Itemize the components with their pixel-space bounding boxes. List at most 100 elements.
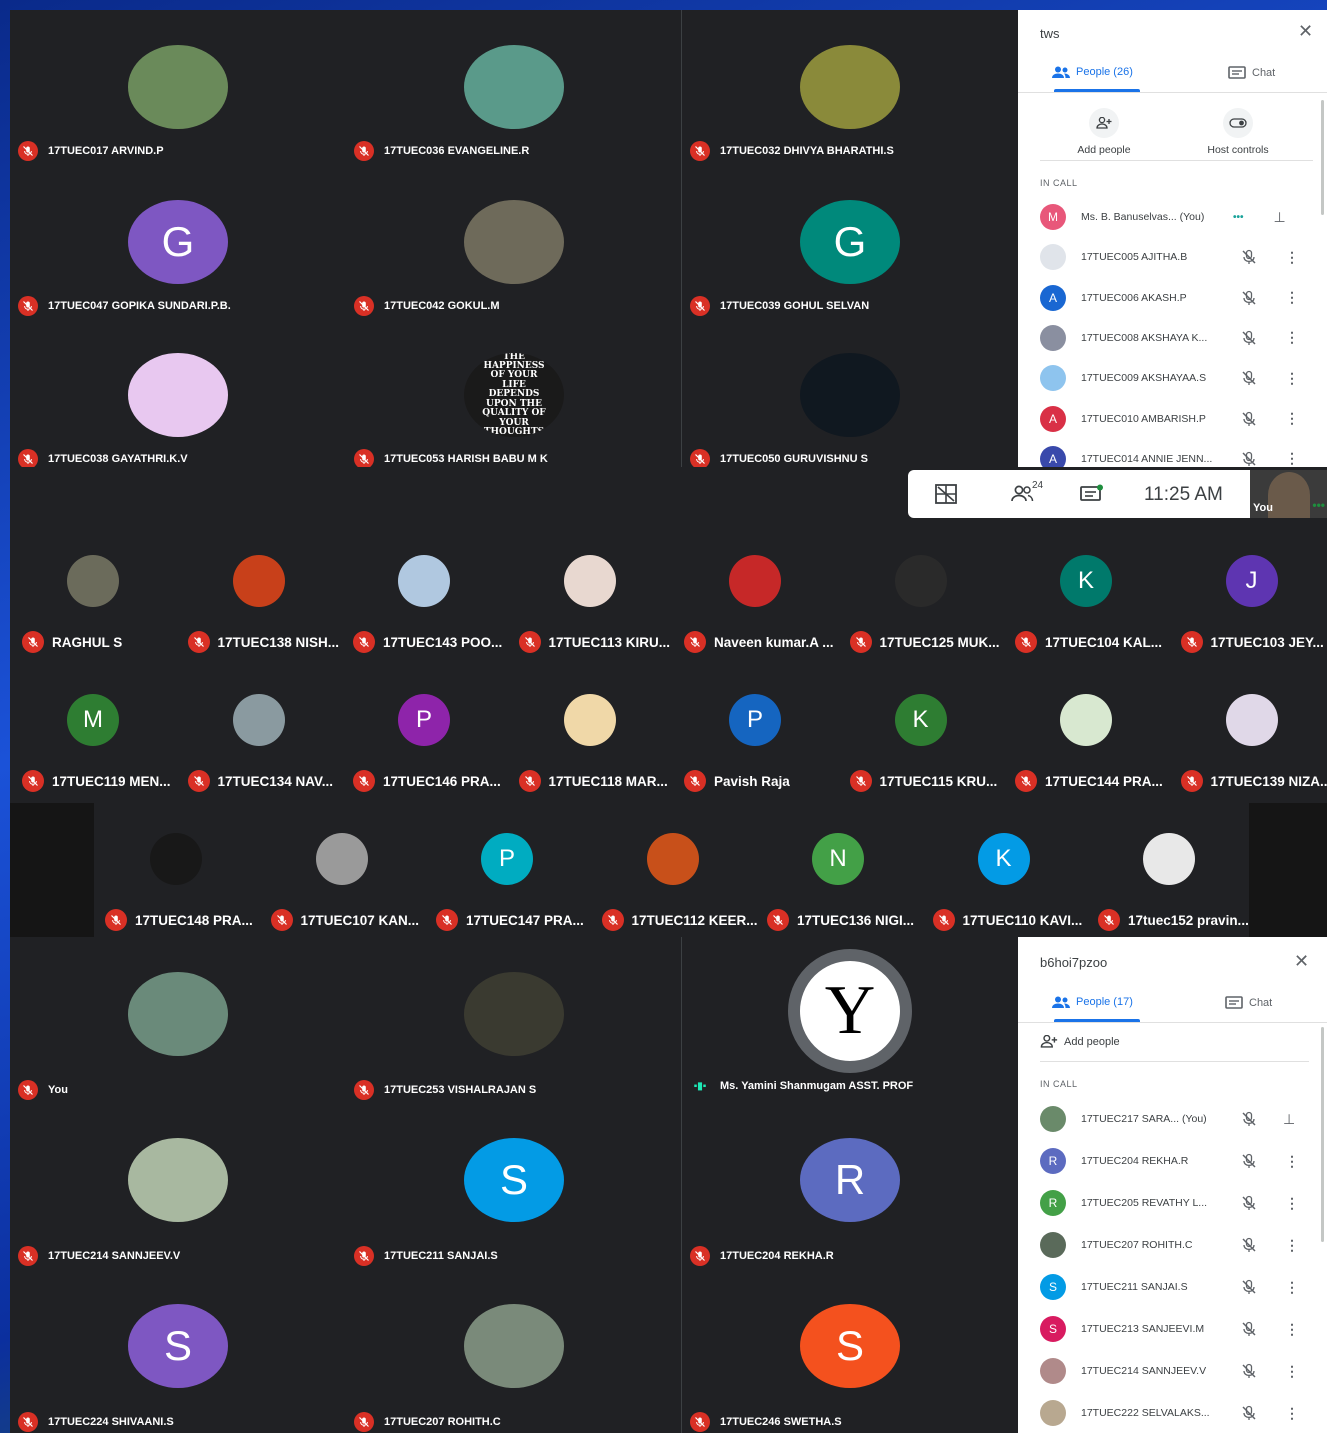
participant-name: 17TUEC113 KIRU...: [548, 634, 671, 650]
participant-tile[interactable]: RAGHUL S: [10, 525, 176, 663]
participant-tile[interactable]: You: [10, 937, 346, 1100]
participant-name: 17TUEC047 GOPIKA SUNDARI.P.B.: [48, 300, 231, 312]
participant-row[interactable]: 17TUEC214 SANNJEEV.V ⋮: [1040, 1357, 1309, 1385]
participant-tile[interactable]: 17TUEC253 VISHALRAJAN S: [346, 937, 682, 1100]
participant-tile[interactable]: 17TUEC118 MAR...: [507, 664, 673, 802]
participant-name-tag: 17TUEC138 NISH...: [187, 631, 339, 653]
participant-tile[interactable]: 17TUEC107 KAN...: [259, 803, 425, 937]
participant-name-tag: 17TUEC253 VISHALRAJAN S: [354, 1080, 536, 1100]
participant-tile[interactable]: N 17TUEC136 NIGI...: [755, 803, 921, 937]
more-options-icon[interactable]: ⋮: [1285, 289, 1299, 306]
more-options-icon[interactable]: ⋮: [1285, 1195, 1299, 1212]
avatar-initial: G: [800, 200, 900, 284]
more-options-icon[interactable]: ⋮: [1285, 1321, 1299, 1338]
participant-tile[interactable]: 17tuec152 pravin...: [1086, 803, 1252, 937]
participant-name: 17TUEC014 ANNIE JENN...: [1081, 452, 1213, 465]
self-view[interactable]: You •••: [1250, 470, 1327, 518]
participant-row[interactable]: 17TUEC217 SARA... (You) ⊥: [1040, 1105, 1309, 1133]
participant-tile[interactable]: K 17TUEC104 KAL...: [1003, 525, 1169, 663]
participant-tile[interactable]: K 17TUEC115 KRU...: [838, 664, 1004, 802]
participant-name-tag: 17TUEC107 KAN...: [270, 909, 419, 931]
more-options-icon[interactable]: ⋮: [1285, 450, 1299, 467]
chat-button[interactable]: [1080, 484, 1104, 509]
mic-off-icon: [518, 631, 541, 653]
participant-tile[interactable]: P 17TUEC147 PRA...: [424, 803, 590, 937]
more-options-icon[interactable]: ⋮: [1285, 370, 1299, 387]
add-people-button[interactable]: Add people: [1074, 108, 1134, 156]
tab-chat[interactable]: Chat: [1228, 66, 1275, 80]
participant-tile[interactable]: 17TUEC143 POO...: [341, 525, 507, 663]
more-options-icon[interactable]: ⋮: [1285, 249, 1299, 266]
participant-row[interactable]: A 17TUEC014 ANNIE JENN... ⋮: [1040, 445, 1309, 467]
participant-tile[interactable]: THE HAPPINESS OF YOUR LIFE DEPENDS UPON …: [346, 318, 682, 467]
participant-tile[interactable]: 17TUEC134 NAV...: [176, 664, 342, 802]
participant-tile[interactable]: G 17TUEC047 GOPIKA SUNDARI.P.B.: [10, 165, 346, 316]
participant-tile[interactable]: 17TUEC017 ARVIND.P: [10, 10, 346, 161]
more-options-icon[interactable]: ⋮: [1285, 1153, 1299, 1170]
tab-people[interactable]: People (17): [1052, 996, 1133, 1008]
avatar: [800, 45, 900, 129]
participant-row[interactable]: A 17TUEC010 AMBARISH.P ⋮: [1040, 405, 1309, 433]
more-options-icon[interactable]: ⋮: [1285, 1237, 1299, 1254]
participant-tile[interactable]: 17TUEC144 PRA...: [1003, 664, 1169, 802]
host-controls-button[interactable]: Host controls: [1198, 108, 1278, 156]
more-options-icon[interactable]: ⋮: [1285, 329, 1299, 346]
participant-row[interactable]: 17TUEC222 SELVALAKS... ⋮: [1040, 1399, 1309, 1427]
participant-tile[interactable]: 17TUEC032 DHIVYA BHARATHI.S: [682, 10, 1018, 161]
participant-tile[interactable]: M 17TUEC119 MEN...: [10, 664, 176, 802]
participant-row[interactable]: 17TUEC009 AKSHAYAA.S ⋮: [1040, 364, 1309, 392]
participant-row[interactable]: A 17TUEC006 AKASH.P ⋮: [1040, 284, 1309, 312]
participant-tile[interactable]: 17TUEC112 KEER...: [590, 803, 758, 937]
participant-row[interactable]: 17TUEC008 AKSHAYA K... ⋮: [1040, 324, 1309, 352]
participant-name-tag: 17TUEC148 PRA...: [105, 909, 253, 931]
participant-row[interactable]: R 17TUEC204 REKHA.R ⋮: [1040, 1147, 1309, 1175]
close-icon[interactable]: ✕: [1298, 21, 1313, 42]
participant-tile[interactable]: S 17TUEC246 SWETHA.S: [682, 1269, 1018, 1432]
participant-tile[interactable]: 17TUEC050 GURUVISHNU S: [682, 318, 1018, 467]
tab-people[interactable]: People (26): [1052, 66, 1133, 78]
participant-tile[interactable]: Naveen kumar.A ...: [672, 525, 838, 663]
participant-tile[interactable]: P 17TUEC146 PRA...: [341, 664, 507, 802]
more-options-icon[interactable]: ⋮: [1285, 410, 1299, 427]
participant-tile[interactable]: 17TUEC214 SANNJEEV.V: [10, 1103, 346, 1266]
participant-row[interactable]: M Ms. B. Banuselvas... (You) ••• ⊥: [1040, 203, 1309, 231]
participant-tile[interactable]: 17TUEC139 NIZA...: [1169, 664, 1327, 802]
participant-tile[interactable]: 17TUEC207 ROHITH.C: [346, 1269, 682, 1432]
participant-tile[interactable]: 17TUEC148 PRA...: [93, 803, 259, 937]
participant-tile[interactable]: 17TUEC042 GOKUL.M: [346, 165, 682, 316]
divider: [1040, 160, 1313, 161]
close-icon[interactable]: ✕: [1294, 951, 1309, 972]
participant-tile[interactable]: 17TUEC138 NISH...: [176, 525, 342, 663]
participant-tile[interactable]: R 17TUEC204 REKHA.R: [682, 1103, 1018, 1266]
participant-tile[interactable]: Y ▪▮▪ Ms. Yamini Shanmugam ASST. PROF: [682, 937, 1018, 1092]
participant-name-tag: 17TUEC113 KIRU...: [518, 631, 671, 653]
participant-tile[interactable]: S 17TUEC224 SHIVAANI.S: [10, 1269, 346, 1432]
add-people-button[interactable]: Add people: [1040, 1035, 1120, 1048]
participant-tile[interactable]: P Pavish Raja: [672, 664, 838, 802]
participant-row[interactable]: 17TUEC005 AJITHA.B ⋮: [1040, 243, 1309, 271]
more-options-icon[interactable]: ⋮: [1285, 1363, 1299, 1380]
mic-off-icon: [690, 1412, 710, 1432]
more-options-icon[interactable]: ⋮: [1285, 1279, 1299, 1296]
pin-icon[interactable]: ⊥: [1274, 209, 1286, 226]
participant-row[interactable]: R 17TUEC205 REVATHY L... ⋮: [1040, 1189, 1309, 1217]
tab-chat[interactable]: Chat: [1225, 996, 1272, 1010]
participant-tile[interactable]: 17TUEC113 KIRU...: [507, 525, 673, 663]
more-dots-icon[interactable]: •••: [1312, 498, 1325, 512]
more-options-icon[interactable]: ⋮: [1285, 1405, 1299, 1422]
participant-row[interactable]: S 17TUEC211 SANJAI.S ⋮: [1040, 1273, 1309, 1301]
participant-row[interactable]: S 17TUEC213 SANJEEVI.M ⋮: [1040, 1315, 1309, 1343]
participant-tile[interactable]: S 17TUEC211 SANJAI.S: [346, 1103, 682, 1266]
scrollbar[interactable]: [1321, 100, 1324, 215]
participant-tile[interactable]: 17TUEC036 EVANGELINE.R: [346, 10, 682, 161]
participant-tile[interactable]: J 17TUEC103 JEY...: [1169, 525, 1327, 663]
participant-tile[interactable]: G 17TUEC039 GOHUL SELVAN: [682, 165, 1018, 316]
scrollbar[interactable]: [1321, 1027, 1324, 1242]
participant-tile[interactable]: K 17TUEC110 KAVI...: [921, 803, 1087, 937]
participant-row[interactable]: 17TUEC207 ROHITH.C ⋮: [1040, 1231, 1309, 1259]
participant-tile[interactable]: 17TUEC125 MUK...: [838, 525, 1004, 663]
pin-icon[interactable]: ⊥: [1283, 1111, 1295, 1128]
participants-button[interactable]: 24: [1010, 480, 1043, 502]
grid-layout-icon[interactable]: [935, 484, 957, 509]
participant-tile[interactable]: 17TUEC038 GAYATHRI.K.V: [10, 318, 346, 467]
